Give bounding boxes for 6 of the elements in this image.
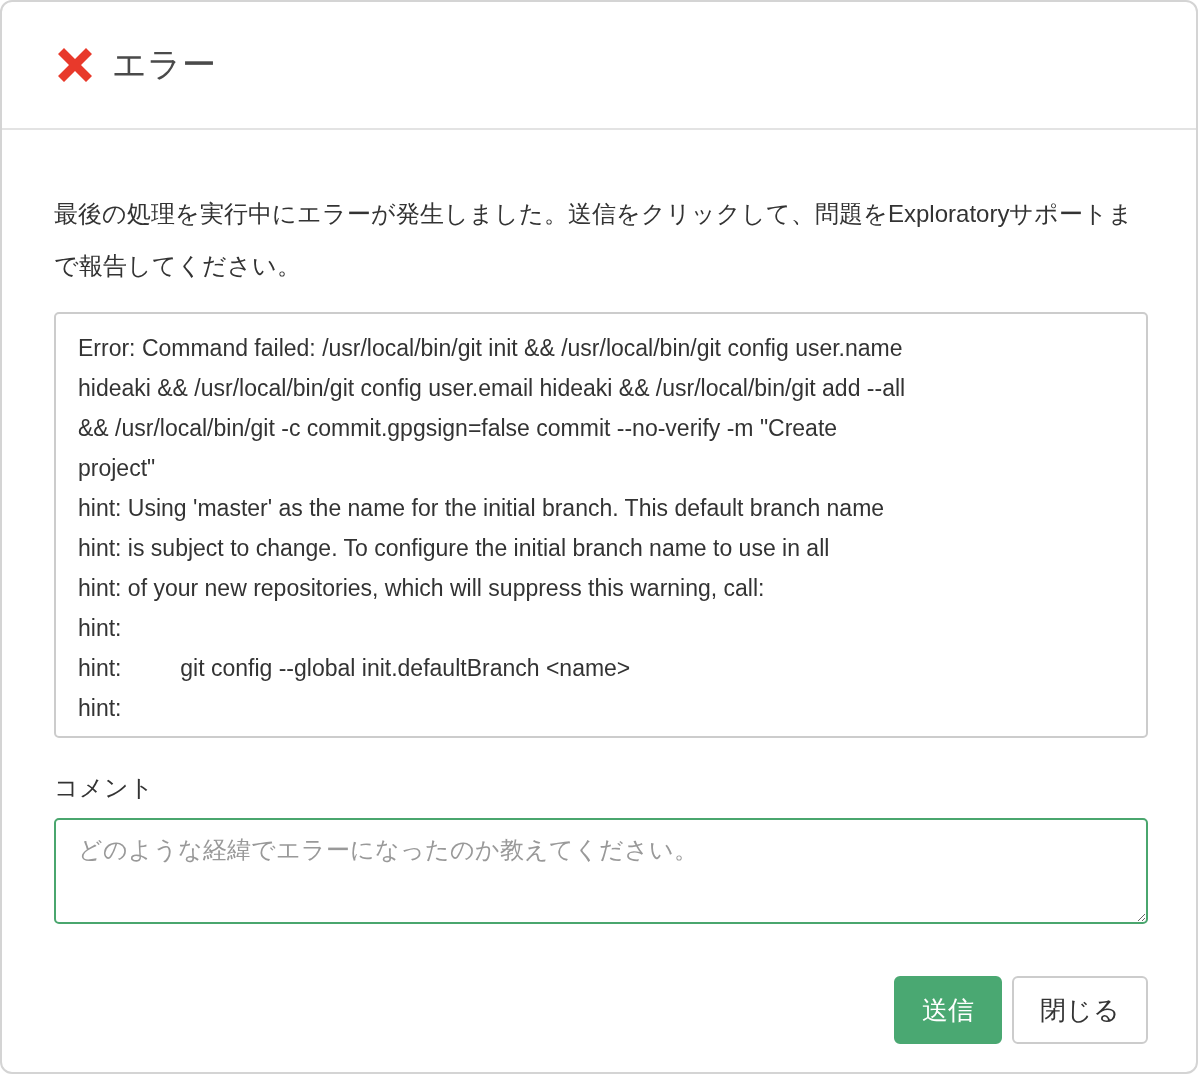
- comment-field[interactable]: どのような経緯でエラーになったのか教えてください。: [54, 818, 1148, 924]
- close-button[interactable]: 閉じる: [1012, 976, 1148, 1044]
- dialog-title: エラー: [112, 44, 216, 85]
- error-log-field[interactable]: Error: Command failed: /usr/local/bin/git init && /usr/local/bin/git config user.name hideaki && /usr/local/bin/git config user.email hideaki && /usr/local/bin/git add --all && /usr/local/bin/git -c commit.gpgsign=false commit --no-verify -m "Create project" hint: Using 'master' as the name for the initial branch. This default branch name hint: is subject to change. To configure the initial branch name to use in all hint: of your new repositories, which will suppress this warning, call: hint: hint: git config --global init.defaultBranch <name> hint:: [54, 312, 1148, 738]
- comment-label: コメント: [54, 773, 155, 803]
- error-message: 最後の処理を実行中にエラーが発生しました。送信をクリックして、問題をExploratoryサポートまで報告してください。: [54, 199, 1135, 281]
